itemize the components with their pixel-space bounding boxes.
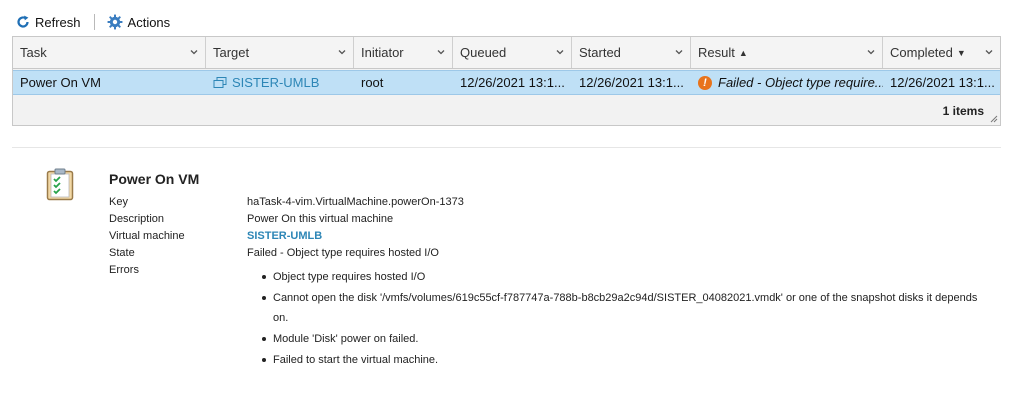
table-row[interactable]: Power On VM SISTER-UMLB root 12/26/2021 … [13, 70, 1000, 95]
column-header-queued[interactable]: Queued [453, 37, 572, 68]
column-label: Started [579, 45, 621, 60]
sort-ascending-icon: ▲ [738, 47, 748, 58]
field-value-state: Failed - Object type requires hosted I/O [247, 247, 439, 259]
details-title: Power On VM [109, 171, 200, 187]
chevron-down-icon[interactable] [437, 48, 445, 56]
chevron-down-icon[interactable] [675, 48, 683, 56]
field-label-errors: Errors [109, 264, 139, 276]
field-label-key: Key [109, 196, 128, 208]
refresh-icon [17, 15, 29, 28]
column-label: Result [698, 45, 735, 60]
errors-list: Object type requires hosted I/O Cannot o… [258, 267, 978, 371]
field-label-virtual-machine: Virtual machine [109, 230, 185, 242]
field-label-description: Description [109, 213, 165, 225]
virtual-machine-link[interactable]: SISTER-UMLB [247, 230, 322, 242]
column-header-initiator[interactable]: Initiator [354, 37, 453, 68]
column-label: Task [20, 45, 47, 60]
column-header-completed[interactable]: Completed ▼ [883, 37, 1000, 68]
column-label: Target [213, 45, 250, 60]
column-label: Initiator [361, 45, 404, 60]
toolbar: Refresh Actions [16, 12, 170, 32]
error-item: Object type requires hosted I/O [258, 267, 978, 287]
target-link[interactable]: SISTER-UMLB [232, 75, 319, 90]
chevron-down-icon[interactable] [338, 48, 346, 56]
error-item: Cannot open the disk '/vmfs/volumes/619c… [258, 288, 978, 328]
resize-grip-icon[interactable] [990, 115, 998, 123]
column-header-result[interactable]: Result ▲ [691, 37, 883, 68]
chevron-down-icon[interactable] [190, 48, 198, 56]
actions-button[interactable]: Actions [107, 14, 171, 30]
cell-target[interactable]: SISTER-UMLB [206, 71, 354, 94]
column-label: Queued [460, 45, 507, 60]
error-item: Module 'Disk' power on failed. [258, 329, 978, 349]
gear-icon [107, 14, 123, 30]
chevron-down-icon[interactable] [556, 48, 564, 56]
refresh-button[interactable]: Refresh [16, 15, 81, 30]
error-icon: ! [698, 75, 712, 90]
clipboard-checklist-icon [46, 168, 74, 201]
grid-header: Task Target Initiator Queued Started Res… [13, 37, 1000, 69]
column-label: Completed [890, 45, 953, 60]
chevron-down-icon[interactable] [985, 48, 993, 56]
task-grid: Task Target Initiator Queued Started Res… [12, 36, 1001, 126]
cell-completed: 12/26/2021 13:1... [890, 75, 995, 90]
field-value-key: haTask-4-vim.VirtualMachine.powerOn-1373 [247, 196, 464, 208]
field-label-state: State [109, 247, 135, 259]
items-count: 1 items [942, 104, 984, 118]
cell-started: 12/26/2021 13:1... [579, 75, 684, 90]
column-header-started[interactable]: Started [572, 37, 691, 68]
actions-label: Actions [127, 14, 171, 30]
sort-descending-icon: ▼ [956, 47, 966, 58]
error-item: Failed to start the virtual machine. [258, 350, 978, 370]
toolbar-separator [93, 14, 95, 30]
virtual-machine-icon [213, 76, 227, 88]
column-header-target[interactable]: Target [206, 37, 354, 68]
section-divider [12, 147, 1001, 148]
cell-task: Power On VM [20, 75, 101, 90]
cell-result: ! Failed - Object type require... [691, 71, 883, 94]
result-text: Failed - Object type require... [718, 75, 883, 90]
column-header-task[interactable]: Task [13, 37, 206, 68]
refresh-label: Refresh [35, 14, 81, 30]
cell-initiator: root [361, 75, 384, 90]
field-value-description: Power On this virtual machine [247, 213, 394, 225]
chevron-down-icon[interactable] [867, 48, 875, 56]
cell-queued: 12/26/2021 13:1... [460, 75, 565, 90]
